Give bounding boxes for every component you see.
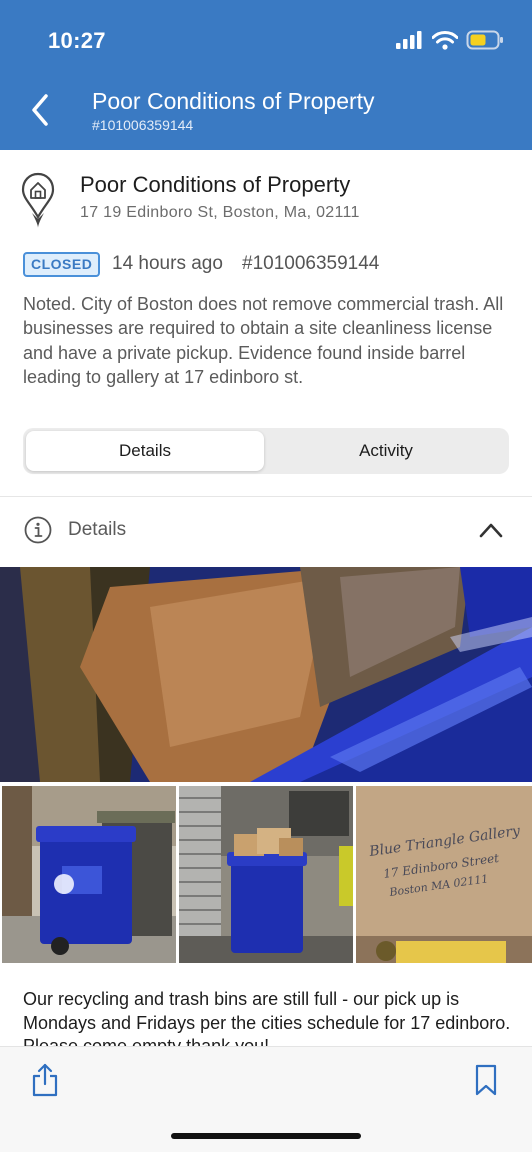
photo-cardboard-in-bin[interactable] xyxy=(0,567,532,782)
photo-bin-with-boxes[interactable] xyxy=(179,786,353,963)
header-case-number: #101006359144 xyxy=(92,117,194,133)
tab-details[interactable]: Details xyxy=(26,431,264,471)
status-time: 10:27 xyxy=(48,28,106,53)
share-icon[interactable] xyxy=(31,1063,59,1097)
chevron-up-icon[interactable] xyxy=(478,520,504,540)
status-badge: CLOSED xyxy=(23,252,101,277)
wifi-icon xyxy=(432,30,458,50)
request-title: Poor Conditions of Property xyxy=(80,172,351,197)
info-circle-icon xyxy=(24,516,52,544)
time-ago: 14 hours ago xyxy=(112,253,223,274)
home-indicator xyxy=(171,1133,361,1139)
section-divider xyxy=(0,496,532,497)
cellular-signal-icon xyxy=(396,31,422,49)
back-chevron-icon[interactable] xyxy=(26,90,56,130)
request-address: 17 19 Edinboro St, Boston, Ma, 02111 xyxy=(80,204,360,221)
map-pin-house-icon xyxy=(21,172,55,228)
app-header: 10:27 Poor Conditions of Property #10100… xyxy=(0,0,532,150)
photo-recycling-bins[interactable] xyxy=(2,786,176,963)
details-section-label: Details xyxy=(68,519,127,540)
bookmark-icon[interactable] xyxy=(473,1064,499,1096)
status-icons xyxy=(396,30,504,50)
tab-activity[interactable]: Activity xyxy=(266,431,506,471)
tab-segmented-control: Details Activity xyxy=(23,428,509,474)
battery-icon xyxy=(466,30,503,50)
case-number: #101006359144 xyxy=(242,253,380,274)
photo-addressed-box-label[interactable]: Blue Triangle Gallery 17 Edinboro Street… xyxy=(356,786,532,963)
reporter-comment: Our recycling and trash bins are still f… xyxy=(23,989,511,1048)
header-title: Poor Conditions of Property xyxy=(92,88,375,114)
resolution-description: Noted. City of Boston does not remove co… xyxy=(23,294,504,388)
